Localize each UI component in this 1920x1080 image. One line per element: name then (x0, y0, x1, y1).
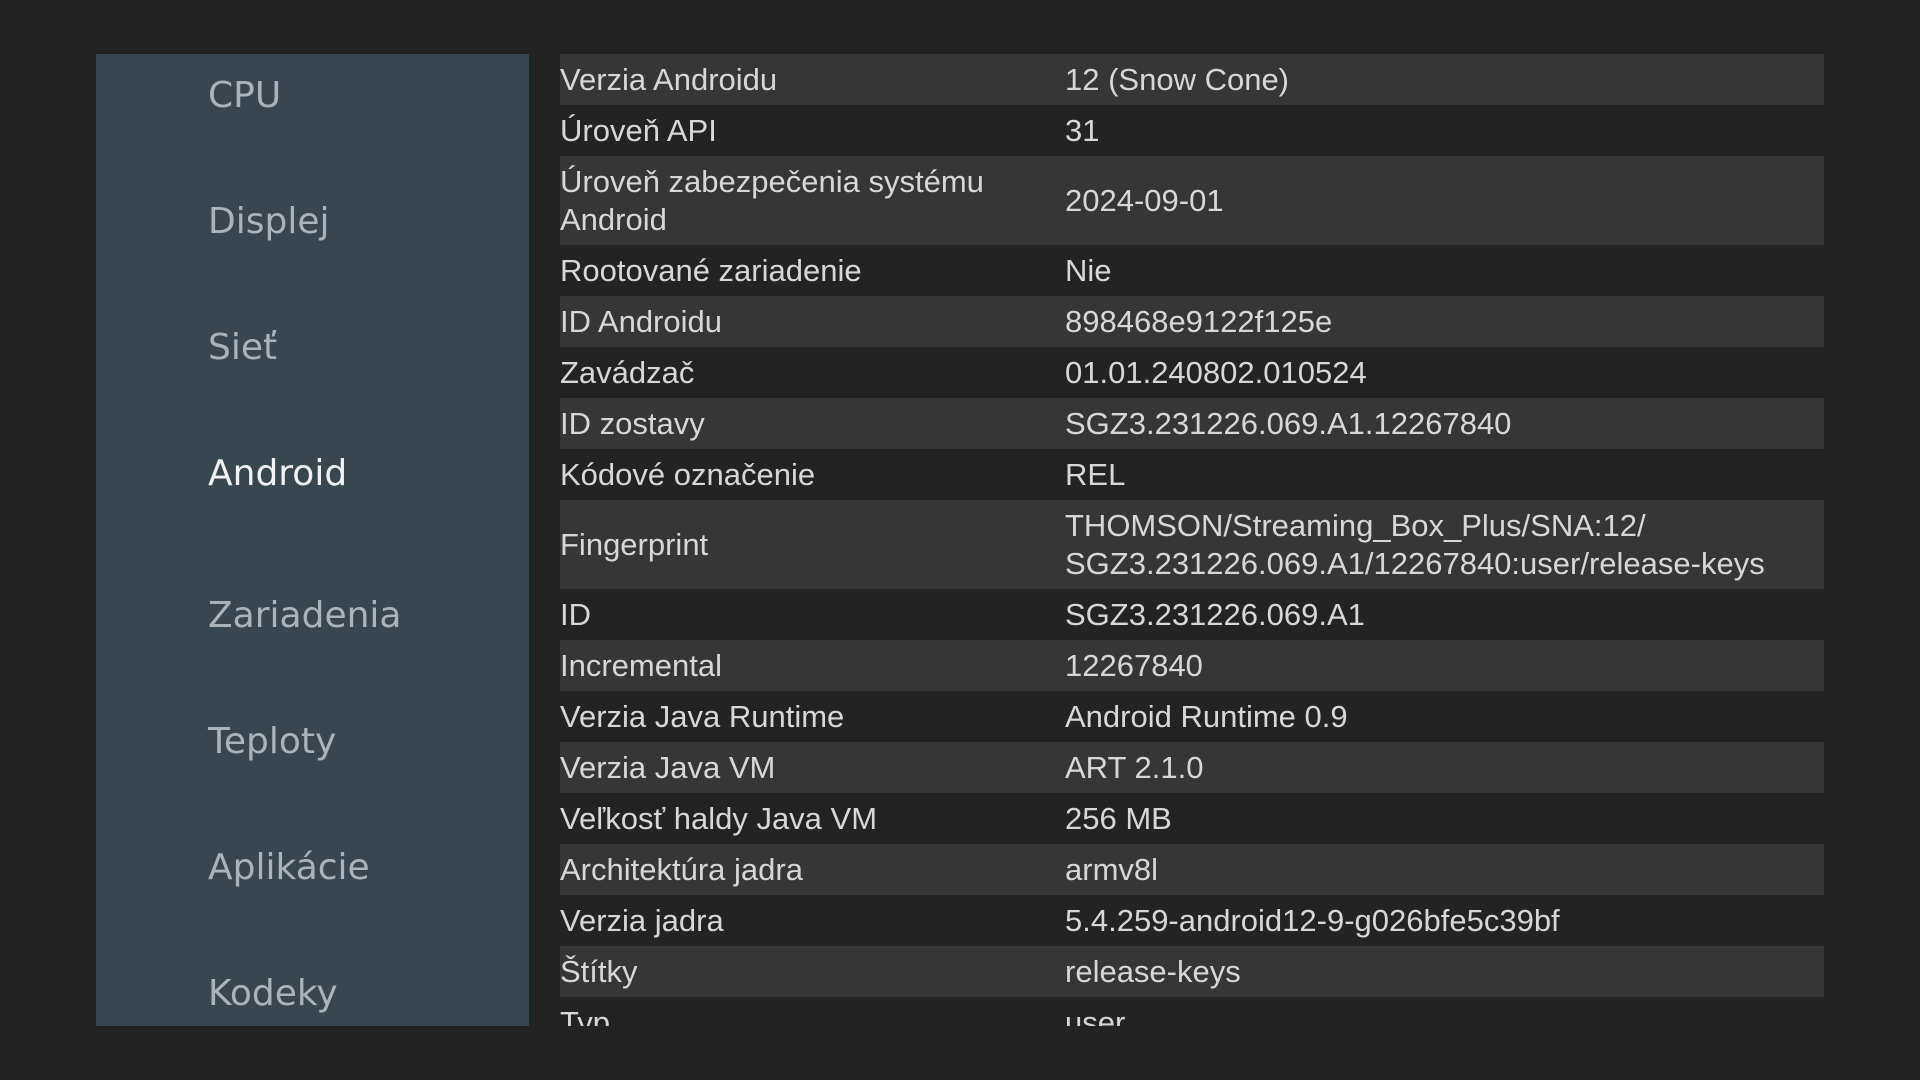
row-value: 2024-09-01 (1065, 182, 1224, 218)
table-row: Verzia jadra 5.4.259-android12-9-g026bfe… (560, 895, 1824, 946)
android-info-table[interactable]: Verzia Androidu 12 (Snow Cone) Úroveň AP… (560, 54, 1824, 1026)
row-value: 01.01.240802.010524 (1065, 354, 1367, 390)
row-label: Kódové označenie (560, 456, 816, 492)
row-label: Zavádzač (560, 354, 695, 390)
table-row: ID zostavy SGZ3.231226.069.A1.12267840 (560, 398, 1824, 449)
row-label: Verzia jadra (560, 902, 724, 938)
row-label: Veľkosť haldy Java VM (560, 800, 878, 836)
row-label: Rootované zariadenie (560, 252, 862, 288)
sidebar-item-kodeky[interactable]: Kodeky (208, 972, 338, 1016)
table-row: Rootované zariadenie Nie (560, 245, 1824, 296)
row-value: 5.4.259-android12-9-g026bfe5c39bf (1065, 902, 1560, 938)
row-value: ART 2.1.0 (1065, 749, 1204, 785)
app-root: CPU Displej Sieť Android Zariadenia Tepl… (0, 0, 1920, 1080)
row-value: release-keys (1065, 953, 1241, 989)
table-row: Verzia Java VM ART 2.1.0 (560, 742, 1824, 793)
row-value: 31 (1065, 112, 1100, 148)
table-row: Verzia Androidu 12 (Snow Cone) (560, 54, 1824, 105)
row-value: armv8l (1065, 851, 1159, 887)
row-label: Incremental (560, 647, 722, 683)
table-row: Štítky release-keys (560, 946, 1824, 997)
row-label: ID Androidu (560, 303, 722, 339)
table-row: Fingerprint THOMSON/Streaming_Box_Plus/S… (560, 500, 1824, 589)
row-label: Štítky (560, 953, 638, 989)
sidebar-item-cpu[interactable]: CPU (208, 74, 281, 118)
table-row: Typ user (560, 997, 1824, 1027)
row-value: THOMSON/Streaming_Box_Plus/SNA:12/ SGZ3.… (1065, 507, 1765, 581)
row-label: Verzia Java Runtime (560, 698, 845, 734)
row-value: 12267840 (1065, 647, 1203, 683)
table-row: Kódové označenie REL (560, 449, 1824, 500)
row-value: REL (1065, 456, 1126, 492)
table-row: Úroveň zabezpečenia systému Android 2024… (560, 156, 1824, 245)
row-label: Verzia Androidu (560, 61, 778, 97)
row-label: Fingerprint (560, 526, 709, 562)
table-row: Verzia Java Runtime Android Runtime 0.9 (560, 691, 1824, 742)
row-label: Typ (560, 1004, 610, 1027)
category-sidebar: CPU Displej Sieť Android Zariadenia Tepl… (96, 54, 529, 1026)
table-row: Architektúra jadra armv8l (560, 844, 1824, 895)
row-value: user (1065, 1004, 1126, 1027)
table-row: ID SGZ3.231226.069.A1 (560, 589, 1824, 640)
table-row: Zavádzač 01.01.240802.010524 (560, 347, 1824, 398)
sidebar-item-zariadenia[interactable]: Zariadenia (208, 594, 401, 638)
row-label: Architektúra jadra (560, 851, 803, 887)
sidebar-item-siet[interactable]: Sieť (208, 326, 277, 370)
row-label: Úroveň API (560, 112, 717, 148)
row-value: Nie (1065, 252, 1112, 288)
row-value: 12 (Snow Cone) (1065, 61, 1290, 97)
row-label: ID (560, 596, 591, 632)
sidebar-item-android[interactable]: Android (208, 452, 347, 496)
row-label: Úroveň zabezpečenia systému Android (560, 163, 984, 237)
table-row: Úroveň API 31 (560, 105, 1824, 156)
row-value: 898468e9122f125e (1065, 303, 1333, 339)
row-value: SGZ3.231226.069.A1 (1065, 596, 1365, 632)
table-row: ID Androidu 898468e9122f125e (560, 296, 1824, 347)
row-label: ID zostavy (560, 405, 705, 441)
row-value: 256 MB (1065, 800, 1172, 836)
row-value: SGZ3.231226.069.A1.12267840 (1065, 405, 1512, 441)
row-label: Verzia Java VM (560, 749, 776, 785)
row-value: Android Runtime 0.9 (1065, 698, 1348, 734)
sidebar-item-teploty[interactable]: Teploty (208, 720, 336, 764)
sidebar-item-aplikacie[interactable]: Aplikácie (208, 846, 370, 890)
sidebar-item-displej[interactable]: Displej (208, 200, 329, 244)
table-row: Veľkosť haldy Java VM 256 MB (560, 793, 1824, 844)
table-row: Incremental 12267840 (560, 640, 1824, 691)
